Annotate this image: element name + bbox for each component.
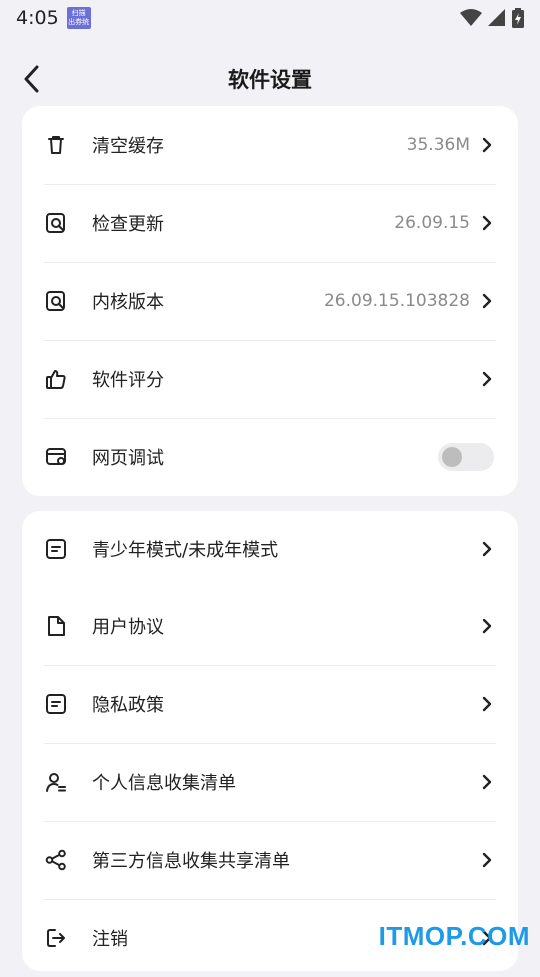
note-icon	[44, 537, 68, 561]
rate-app-row[interactable]: 软件评分	[22, 340, 518, 418]
third-party-sharing-label: 第三方信息收集共享清单	[92, 847, 290, 873]
toggle-knob	[442, 447, 462, 467]
search-doc-icon	[44, 211, 68, 235]
update-version-value: 26.09.15	[394, 213, 470, 233]
wifi-icon	[460, 9, 482, 27]
personal-info-list-row[interactable]: 个人信息收集清单	[22, 743, 518, 821]
browser-settings-icon	[44, 445, 68, 469]
settings-card-legal: 青少年模式/未成年模式 用户协议 隐私政策 个人信息收集清单	[22, 511, 518, 971]
third-party-sharing-row[interactable]: 第三方信息收集共享清单	[22, 821, 518, 899]
logout-icon	[44, 926, 68, 950]
chevron-right-icon	[480, 773, 494, 791]
cell-signal-icon	[488, 9, 506, 27]
page-title: 软件设置	[228, 64, 312, 94]
kernel-version-row[interactable]: 内核版本 26.09.15.103828	[22, 262, 518, 340]
back-arrow-icon	[23, 65, 41, 93]
cache-size-value: 35.36M	[407, 135, 470, 155]
back-button[interactable]	[14, 61, 50, 97]
trash-icon	[44, 133, 68, 157]
chevron-right-icon	[480, 851, 494, 869]
personal-info-list-label: 个人信息收集清单	[92, 769, 236, 795]
chevron-right-icon	[480, 540, 494, 558]
kernel-version-label: 内核版本	[92, 288, 164, 314]
clear-cache-label: 清空缓存	[92, 132, 164, 158]
status-time: 4:05	[16, 7, 59, 29]
rate-app-label: 软件评分	[92, 366, 164, 392]
status-indicators	[460, 8, 524, 28]
youth-mode-label: 青少年模式/未成年模式	[92, 536, 278, 562]
chevron-right-icon	[480, 617, 494, 635]
deregister-label: 注销	[92, 925, 128, 951]
web-debug-row: 网页调试	[22, 418, 518, 496]
notification-app-icon-text: 扫描 出券统	[68, 9, 89, 26]
check-update-label: 检查更新	[92, 210, 164, 236]
privacy-policy-label: 隐私政策	[92, 691, 164, 717]
privacy-policy-row[interactable]: 隐私政策	[22, 665, 518, 743]
thumbs-up-icon	[44, 367, 68, 391]
share-icon	[44, 848, 68, 872]
youth-mode-row[interactable]: 青少年模式/未成年模式	[22, 511, 518, 587]
search-doc-icon	[44, 289, 68, 313]
user-agreement-label: 用户协议	[92, 613, 164, 639]
chevron-right-icon	[480, 214, 494, 232]
note-icon	[44, 692, 68, 716]
site-watermark: ITMOP.COM	[379, 921, 530, 952]
notification-app-icon: 扫描 出券统	[67, 7, 91, 29]
app-header: 软件设置	[0, 52, 540, 106]
document-icon	[44, 614, 68, 638]
user-list-icon	[44, 770, 68, 794]
web-debug-label: 网页调试	[92, 444, 164, 470]
clear-cache-row[interactable]: 清空缓存 35.36M	[22, 106, 518, 184]
chevron-right-icon	[480, 695, 494, 713]
chevron-right-icon	[480, 136, 494, 154]
check-update-row[interactable]: 检查更新 26.09.15	[22, 184, 518, 262]
user-agreement-row[interactable]: 用户协议	[22, 587, 518, 665]
status-bar: 4:05 扫描 出券统	[0, 0, 540, 36]
settings-card-general: 清空缓存 35.36M 检查更新 26.09.15 内核版本 26.09.15.…	[22, 106, 518, 496]
chevron-right-icon	[480, 370, 494, 388]
battery-icon	[512, 8, 524, 28]
web-debug-toggle[interactable]	[438, 443, 494, 471]
kernel-version-value: 26.09.15.103828	[324, 291, 470, 311]
chevron-right-icon	[480, 292, 494, 310]
